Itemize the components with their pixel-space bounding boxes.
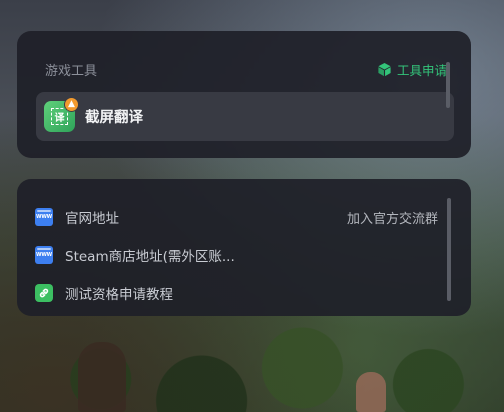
link-item-label: 官网地址: [65, 211, 119, 227]
game-tools-panel: 游戏工具 工具申请 译 ▲ 截屏翻译: [17, 31, 471, 158]
link-item-steam-store[interactable]: WWW Steam商店地址(需外区账...: [35, 236, 447, 274]
www-icon-text: WWW: [36, 252, 52, 258]
tool-item-screenshot-translate[interactable]: 译 ▲ 截屏翻译: [36, 92, 454, 141]
upgrade-badge-icon: ▲: [64, 97, 79, 112]
background-character: [78, 342, 126, 412]
tool-apply-button[interactable]: 工具申请: [377, 60, 447, 79]
links-list: WWW 官网地址 加入官方交流群 WWW Steam商店地址(需外区账... 测…: [35, 198, 447, 312]
screenshot-translate-icon: 译 ▲: [44, 97, 79, 132]
www-icon: WWW: [35, 208, 53, 226]
links-scrollbar[interactable]: [447, 198, 451, 301]
join-group-button[interactable]: 加入官方交流群: [347, 208, 438, 227]
background-foliage: [0, 302, 504, 412]
game-tools-title: 游戏工具: [45, 63, 98, 79]
tool-apply-label: 工具申请: [396, 62, 447, 78]
tool-item-label: 截屏翻译: [85, 110, 143, 126]
background-character-2: [356, 372, 386, 412]
link-item-label: Steam商店地址(需外区账...: [65, 249, 235, 265]
game-tools-header: 游戏工具 工具申请: [45, 59, 447, 79]
box-icon: [377, 62, 392, 77]
www-icon: WWW: [35, 246, 53, 264]
tools-scrollbar[interactable]: [446, 62, 450, 108]
link-item-test-tutorial[interactable]: 测试资格申请教程: [35, 274, 447, 312]
link-icon: [35, 284, 53, 302]
www-icon-text: WWW: [36, 214, 52, 220]
translate-glyph: 译: [51, 108, 68, 125]
link-item-official-site[interactable]: WWW 官网地址 加入官方交流群: [35, 198, 447, 236]
link-item-label: 测试资格申请教程: [65, 287, 173, 303]
